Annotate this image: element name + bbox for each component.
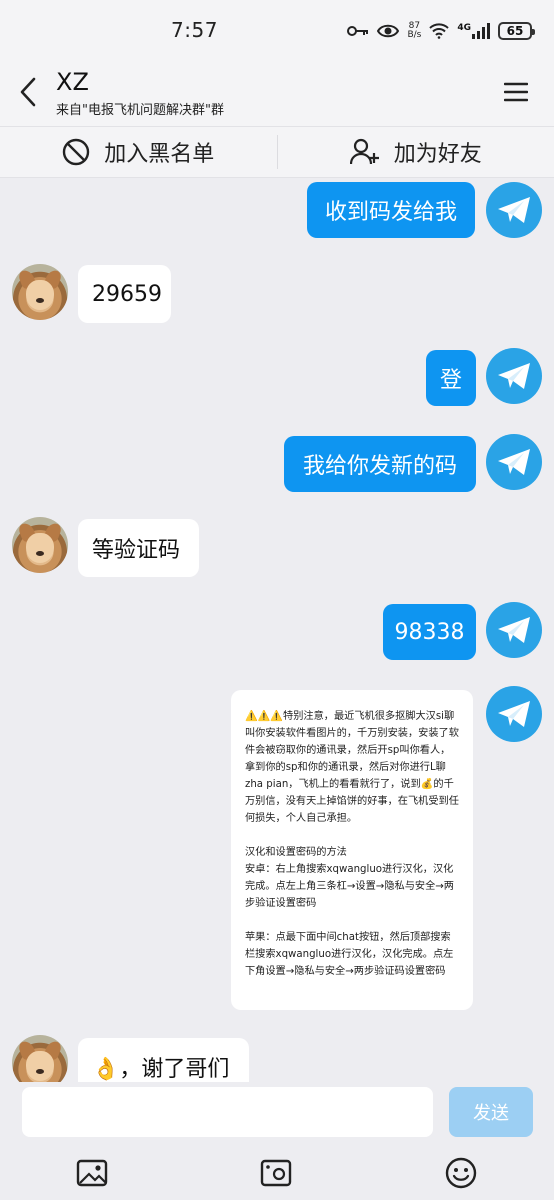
chat-title: XZ [56,68,89,96]
message-bubble-outgoing[interactable]: 收到码发给我 [307,182,475,238]
card-warning-text: ⚠️⚠️⚠️特别注意，最近飞机很多抠脚大汉si聊叫你安装软件看图片的，千万别安装… [245,711,459,824]
message-bubble-outgoing[interactable]: 我给你发新的码 [284,436,476,492]
message-list[interactable]: 收到码发给我 29659 登 我给你发新的码 等验证码 98338 ⚠️⚠️⚠️… [0,178,554,1082]
status-bar: 7:57 87 B/s 4G 65 [0,0,554,62]
message-bubble-incoming[interactable]: 等验证码 [78,519,199,577]
sticker-button[interactable] [259,1156,293,1190]
chat-subtitle: 来自"电报飞机问题解决群"群 [56,103,224,118]
image-icon [76,1159,108,1187]
message-bubble-outgoing[interactable]: 98338 [383,604,476,660]
message-bubble-outgoing[interactable]: 登 [426,350,476,406]
emoji-button[interactable] [444,1156,478,1190]
battery-icon: 65 [498,22,535,40]
chevron-left-icon [20,77,36,107]
telegram-avatar-icon[interactable] [486,686,542,742]
telegram-avatar-icon[interactable] [486,182,542,238]
dog-avatar[interactable] [12,517,68,573]
card-ios-text: 苹果：点最下面中间chat按钮，然后顶部搜索栏搜索xqwangluo进行汉化，汉… [245,932,454,977]
hamburger-icon [504,82,528,102]
menu-button[interactable] [502,78,530,106]
message-text: 收到码发给我 [324,200,457,225]
telegram-avatar-icon[interactable] [486,434,542,490]
wifi-icon [429,23,450,39]
image-button[interactable] [75,1156,109,1190]
add-friend-label: 加为好友 [393,142,482,167]
status-icons: 87 B/s 4G 65 [347,18,535,44]
action-bar: 加入黑名单 加为好友 [0,126,554,178]
cellular-signal-icon: 4G [457,23,490,39]
dog-avatar[interactable] [12,1035,68,1082]
emoji-icon [445,1157,477,1189]
send-button[interactable]: 发送 [449,1087,533,1137]
net-speed-unit: B/s [407,30,422,40]
chat-header: XZ 来自"电报飞机问题解决群"群 [0,62,554,126]
telegram-avatar-icon[interactable] [486,348,542,404]
card-android-text: 汉化和设置密码的方法 安卓：右上角搜索xqwangluo进行汉化，汉化完成。点左… [245,847,454,909]
sticker-icon [260,1159,292,1187]
message-text: 98338 [394,619,465,645]
back-button[interactable] [14,74,42,110]
message-input[interactable] [22,1087,433,1137]
message-text: 等验证码 [92,538,181,563]
net-speed: 87 B/s [407,22,421,40]
bottom-toolbar [0,1142,554,1200]
message-text: 登 [439,368,462,393]
message-text: 我给你发新的码 [302,454,457,479]
message-text: 👌，谢了哥们 [92,1057,230,1082]
message-card-outgoing[interactable]: ⚠️⚠️⚠️特别注意，最近飞机很多抠脚大汉si聊叫你安装软件看图片的，千万别安装… [231,690,473,1010]
block-button[interactable]: 加入黑名单 [0,127,277,177]
add-user-icon [349,138,379,165]
telegram-avatar-icon[interactable] [486,602,542,658]
key-icon [347,26,369,36]
block-label: 加入黑名单 [104,142,215,167]
block-icon [63,138,90,166]
message-bubble-incoming[interactable]: 29659 [78,265,171,323]
eye-icon [377,24,400,38]
status-time: 7:57 [171,18,218,42]
message-bubble-incoming[interactable]: 👌，谢了哥们 [78,1038,249,1082]
composer: 发送 [0,1082,554,1142]
network-type: 4G [457,23,471,33]
dog-avatar[interactable] [12,264,68,320]
add-friend-button[interactable]: 加为好友 [278,127,554,177]
message-text: 29659 [92,281,162,307]
